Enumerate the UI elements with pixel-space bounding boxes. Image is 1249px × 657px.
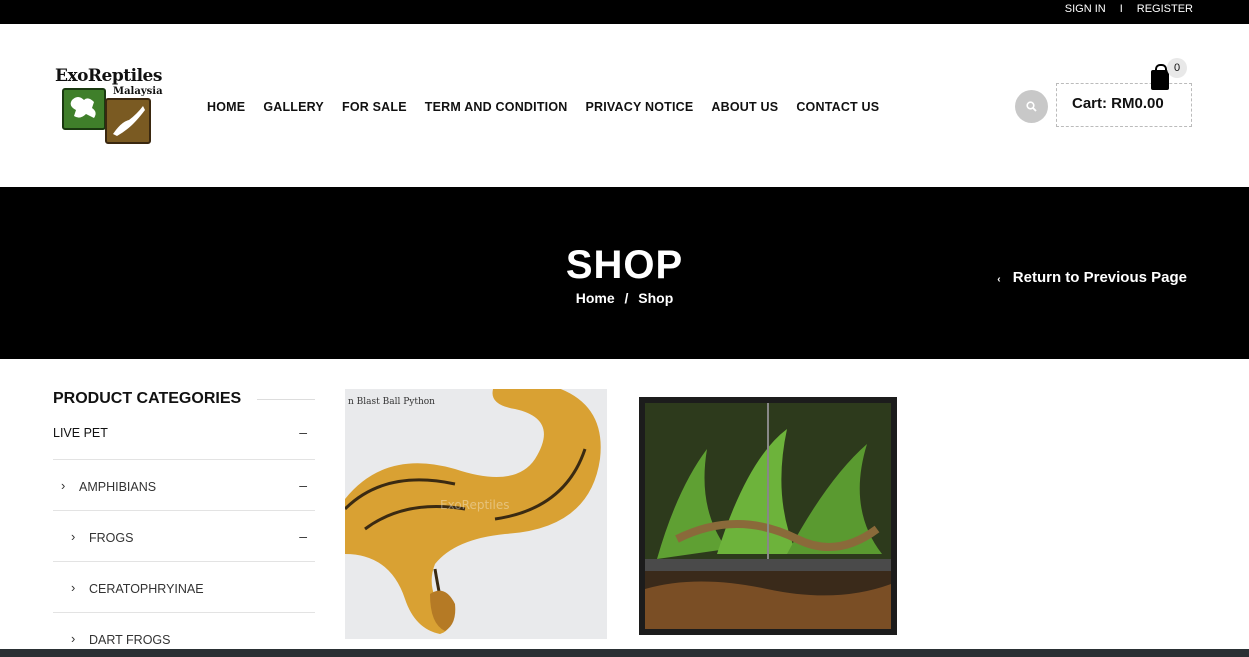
collapse-icon[interactable]: – (299, 424, 307, 440)
search-icon (1026, 101, 1037, 112)
return-previous-link[interactable]: ‹ Return to Previous Page (997, 269, 1187, 286)
svg-text:ExoReptiles: ExoReptiles (440, 498, 509, 512)
return-previous-label: Return to Previous Page (1012, 269, 1187, 286)
breadcrumb-separator: / (624, 290, 629, 306)
register-link[interactable]: REGISTER (1137, 3, 1193, 15)
main-nav: HOME GALLERY FOR SALE TERM AND CONDITION… (207, 100, 879, 114)
cart-count-badge: 0 (1167, 58, 1187, 78)
chevron-left-icon: ‹ (997, 274, 1001, 285)
chevron-right-icon: › (71, 529, 76, 544)
terrarium-image (637, 389, 899, 639)
nav-gallery[interactable]: GALLERY (263, 100, 324, 114)
frog-tile-icon (62, 88, 106, 130)
svg-text:n Blast Ball Python: n Blast Ball Python (348, 397, 435, 407)
collapse-icon[interactable]: – (299, 477, 307, 493)
chevron-right-icon: › (71, 631, 76, 646)
product-image-terrarium[interactable] (637, 389, 899, 639)
category-label: FROGS (89, 531, 134, 545)
site-header: ExoReptiles Malaysia HOME GALLERY FOR SA… (0, 24, 1249, 187)
page-banner: SHOP Home / Shop ‹ Return to Previous Pa… (0, 187, 1249, 359)
category-label: LIVE PET (53, 426, 108, 440)
collapse-icon[interactable]: – (299, 528, 307, 544)
breadcrumb-home[interactable]: Home (576, 290, 615, 306)
account-links: SIGN IN I REGISTER (1065, 3, 1193, 15)
chevron-right-icon: › (71, 580, 76, 595)
ball-python-image: n Blast Ball Python ExoReptiles (345, 389, 607, 639)
gecko-tile-icon (105, 98, 151, 144)
account-links-divider: I (1119, 3, 1123, 15)
sign-in-link[interactable]: SIGN IN (1065, 3, 1106, 15)
category-label: AMPHIBIANS (79, 480, 157, 494)
category-label: CERATOPHRYINAE (89, 582, 204, 596)
product-categories-sidebar: PRODUCT CATEGORIES LIVE PET – › AMPHIBIA… (53, 390, 315, 657)
nav-about[interactable]: ABOUT US (711, 100, 778, 114)
cart-summary[interactable]: Cart: RM0.00 (1056, 83, 1192, 127)
shopping-bag-icon[interactable] (1151, 64, 1169, 90)
nav-for-sale[interactable]: FOR SALE (342, 100, 407, 114)
breadcrumb-current: Shop (638, 290, 674, 306)
site-logo[interactable]: ExoReptiles Malaysia (53, 66, 163, 146)
search-button[interactable] (1015, 90, 1048, 123)
logo-subtext: Malaysia (113, 86, 163, 97)
sidebar-heading: PRODUCT CATEGORIES (53, 390, 315, 408)
logo-text: ExoReptiles (55, 66, 162, 86)
category-ceratophryinae[interactable]: › CERATOPHRYINAE (53, 562, 315, 613)
heading-rule (257, 398, 315, 400)
chevron-right-icon: › (61, 478, 66, 493)
category-amphibians[interactable]: › AMPHIBIANS – (53, 460, 315, 511)
nav-home[interactable]: HOME (207, 100, 245, 114)
nav-terms[interactable]: TERM AND CONDITION (425, 100, 568, 114)
product-image-ball-python[interactable]: n Blast Ball Python ExoReptiles (345, 389, 607, 639)
category-live-pet[interactable]: LIVE PET – (53, 408, 315, 460)
nav-privacy[interactable]: PRIVACY NOTICE (586, 100, 694, 114)
nav-contact[interactable]: CONTACT US (796, 100, 879, 114)
top-bar: SIGN IN I REGISTER (0, 0, 1249, 24)
sidebar-heading-text: PRODUCT CATEGORIES (53, 390, 242, 407)
breadcrumb: Home / Shop (0, 290, 1249, 306)
bottom-edge-strip (0, 649, 1249, 657)
category-frogs[interactable]: › FROGS – (53, 511, 315, 562)
category-label: DART FROGS (89, 633, 171, 647)
cart-total: Cart: RM0.00 (1072, 95, 1164, 112)
